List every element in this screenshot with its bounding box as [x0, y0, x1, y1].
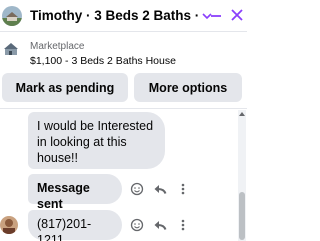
react-icon[interactable]: [130, 218, 144, 232]
minimize-icon[interactable]: [209, 9, 223, 23]
more-icon[interactable]: [176, 218, 190, 232]
close-icon[interactable]: [230, 8, 244, 22]
message-bubble: (817)201-1211: [28, 210, 122, 241]
chat-header[interactable]: Timothy · 3 Beds 2 Baths ·: [0, 0, 247, 32]
listing-summary[interactable]: Marketplace $1,100 - 3 Beds 2 Baths Hous…: [0, 36, 247, 70]
listing-thumbnail: [2, 40, 20, 58]
more-icon[interactable]: [176, 182, 190, 196]
scrollbar[interactable]: [238, 110, 246, 241]
scrollbar-thumb[interactable]: [239, 192, 245, 240]
mark-as-pending-button[interactable]: Mark as pending: [2, 73, 128, 102]
react-icon[interactable]: [130, 182, 144, 196]
listing-price-title: $1,100 - 3 Beds 2 Baths House: [30, 55, 176, 67]
divider: [0, 108, 247, 109]
message-bubble: Message sent: [28, 174, 122, 211]
marketplace-label: Marketplace: [30, 41, 85, 52]
scroll-up-arrow-icon[interactable]: [239, 112, 245, 116]
reply-icon[interactable]: [153, 218, 167, 232]
sender-avatar: [0, 216, 18, 234]
more-options-button[interactable]: More options: [134, 73, 242, 102]
avatar: [2, 5, 22, 26]
message-bubble: I would be Interested in looking at this…: [28, 112, 165, 169]
conversation-title[interactable]: Timothy · 3 Beds 2 Baths ·: [30, 8, 200, 23]
reply-icon[interactable]: [153, 182, 167, 196]
